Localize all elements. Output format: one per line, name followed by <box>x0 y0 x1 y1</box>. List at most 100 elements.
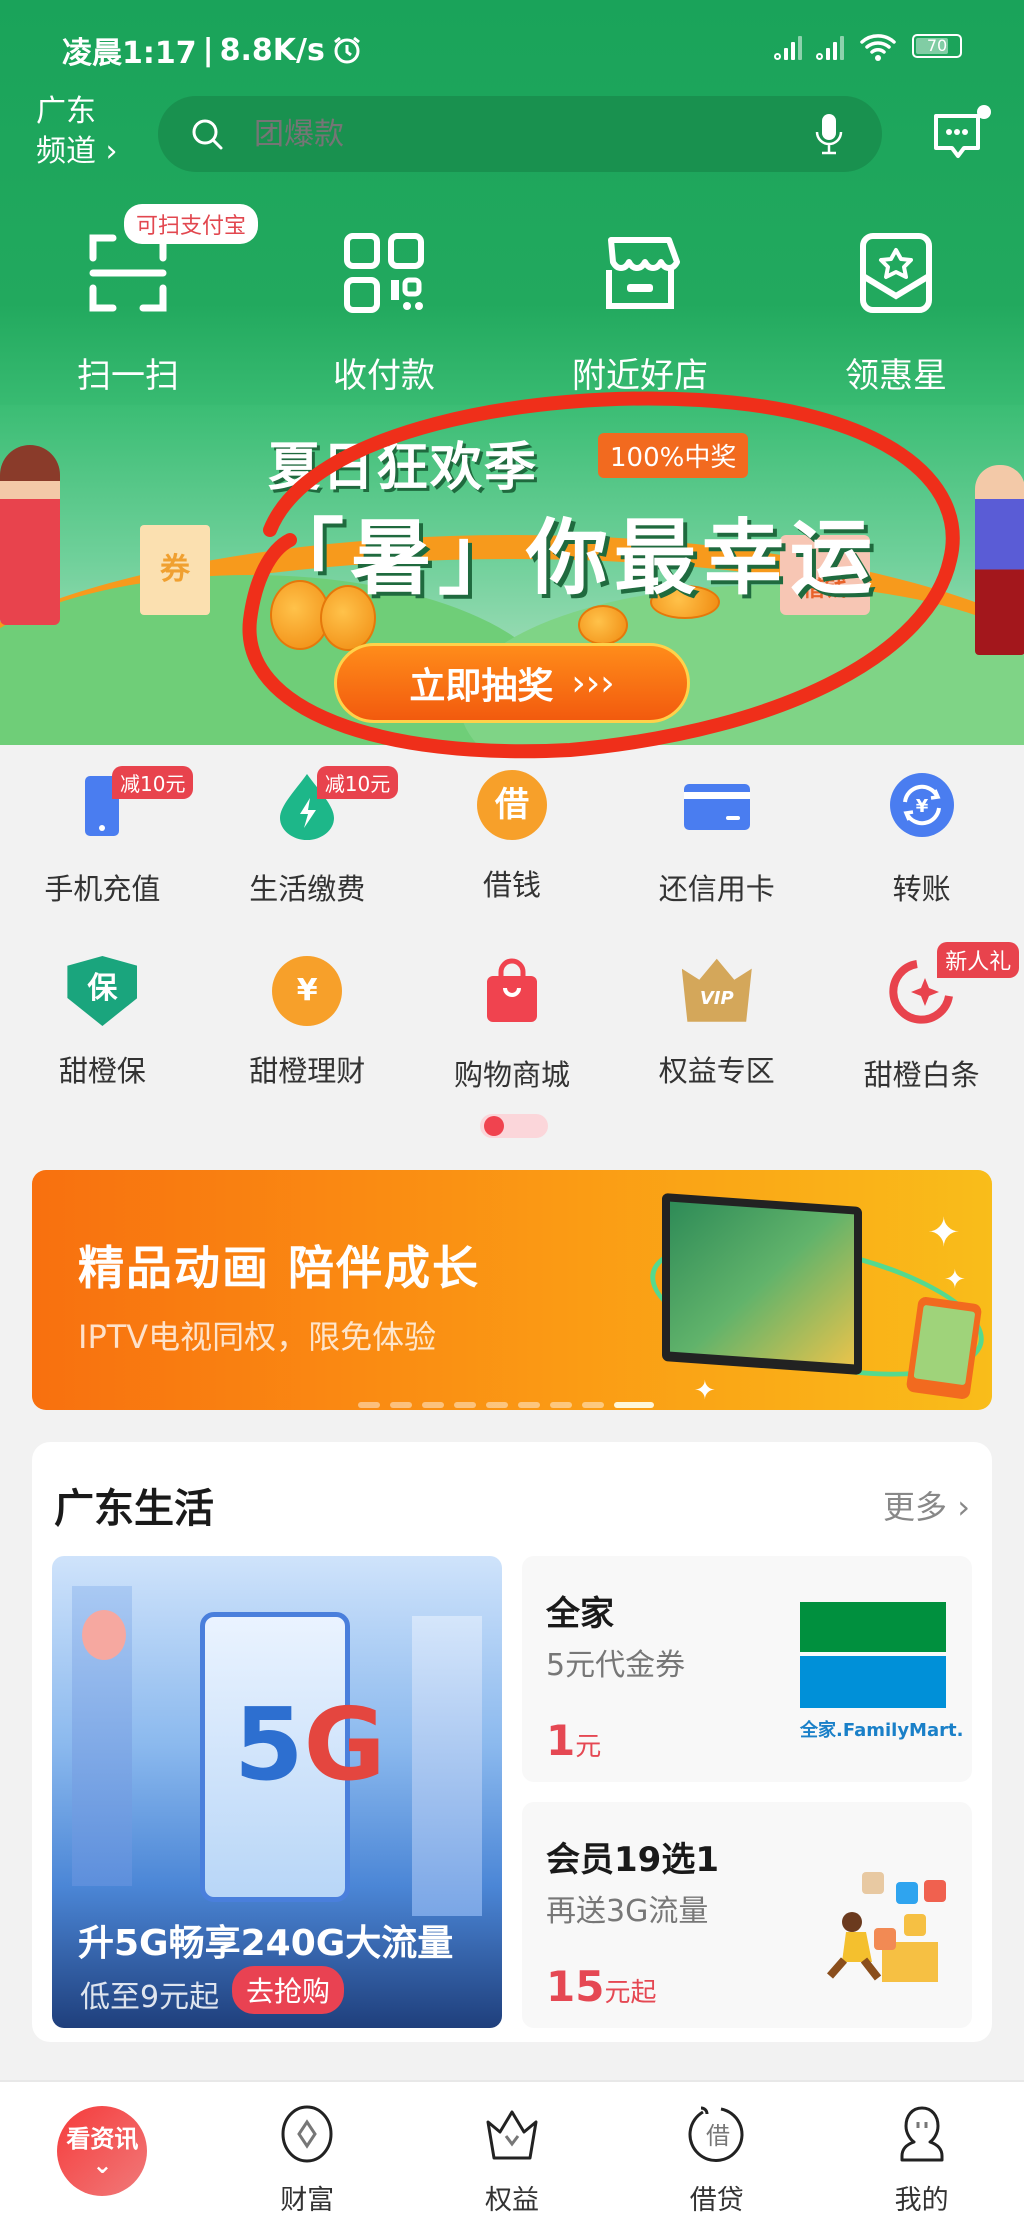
insurance-shield-icon: 保 <box>67 956 138 1026</box>
service-shopping-mall[interactable]: 购物商城 <box>410 946 615 1132</box>
carousel-dot[interactable] <box>550 1402 572 1408</box>
promo-badge: 100%中奖 <box>598 433 749 478</box>
tab-wealth[interactable]: 财富 <box>205 2082 410 2219</box>
familymart-logo: 全家.FamilyMart. <box>800 1602 963 1742</box>
tab-loan[interactable]: 借 借贷 <box>614 2082 819 2219</box>
5g-upgrade-card[interactable]: 5G 升5G畅享240G大流量 低至9元起 去抢购 <box>52 1556 502 2028</box>
transfer-icon: ¥ <box>889 773 954 837</box>
tab-benefits[interactable]: 权益 <box>410 2082 615 2219</box>
store-icon <box>606 237 680 309</box>
iptv-title: 精品动画 陪伴成长 <box>78 1241 481 1295</box>
service-row-2: 保 甜橙保 ¥ 甜橙理财 购物商城 VIP 权益专区 新人礼 甜橙白条 <box>0 942 1024 1132</box>
search-input[interactable] <box>254 116 774 152</box>
carousel-dot[interactable] <box>486 1402 508 1408</box>
familymart-card[interactable]: 全家 5元代金券 1元 全家.FamilyMart. <box>522 1556 972 1782</box>
carousel-dot[interactable] <box>614 1402 654 1408</box>
guangdong-life-section: 广东生活 更多 › 5G 升5G畅享240G大流量 低至9元起 去抢购 全家 5… <box>32 1442 992 2042</box>
wifi-icon <box>860 34 896 61</box>
price: 1元 <box>546 1716 602 1765</box>
man-illustration <box>975 465 1024 655</box>
sparkle-icon: ✦ <box>944 1265 966 1295</box>
5g-card-title: 升5G畅享240G大流量 <box>78 1923 454 1964</box>
wealth-diamond-icon <box>281 2105 333 2163</box>
draw-now-button[interactable]: 立即抽奖 ››› <box>334 643 690 723</box>
quick-action-scan[interactable]: 扫一扫 <box>0 230 256 397</box>
credit-card-icon <box>683 784 750 830</box>
discount-tag: 减10元 <box>112 766 194 799</box>
membership-card[interactable]: 会员19选1 再送3G流量 15元起 <box>522 1802 972 2028</box>
status-bar: 凌晨1:17 | 8.8K/s 70 <box>0 0 1024 90</box>
section-title: 广东生活 <box>54 1486 214 1532</box>
search-icon <box>192 119 223 150</box>
star-envelope-icon <box>860 233 932 313</box>
service-borrow[interactable]: 借 借钱 <box>410 760 615 946</box>
cellular-signal-icon <box>774 32 802 60</box>
microphone-icon[interactable] <box>814 112 844 156</box>
scan-alipay-badge: 可扫支付宝 <box>124 204 259 244</box>
wealth-orange-icon: ¥ <box>272 956 343 1026</box>
tab-news[interactable]: 看资讯 ⌄ <box>0 2082 205 2219</box>
arrows-icon: ››› <box>571 662 615 704</box>
sparkle-icon: ✦ <box>694 1376 716 1406</box>
alarm-icon <box>333 36 360 64</box>
new-user-gift-tag: 新人礼 <box>937 942 1020 978</box>
balloon-illustration <box>82 1610 126 1660</box>
loan-icon: 借 <box>688 2106 744 2162</box>
crown-icon <box>486 2110 538 2160</box>
grid-page-indicator[interactable] <box>478 1110 550 1142</box>
service-row-1: 减10元 手机充值 减10元 生活缴费 借 借钱 还信用卡 ¥ 转账 <box>0 760 1024 946</box>
carousel-dot[interactable] <box>582 1402 604 1408</box>
search-bar[interactable] <box>158 96 882 172</box>
carousel-indicator[interactable] <box>358 1402 654 1408</box>
quick-action-nearby-stores[interactable]: 附近好店 <box>512 230 768 397</box>
svg-text:¥: ¥ <box>915 796 928 817</box>
qr-code-icon <box>344 233 424 313</box>
bottom-tab-bar: 看资讯 ⌄ 财富 权益 借 借贷 我的 <box>0 2080 1024 2219</box>
borrow-icon: 借 <box>476 770 547 840</box>
discount-tag: 减10元 <box>316 766 399 799</box>
service-transfer[interactable]: ¥ 转账 <box>819 760 1024 946</box>
service-vip-zone[interactable]: VIP 权益专区 <box>614 946 819 1132</box>
cellular-signal-2-icon <box>816 32 844 60</box>
tab-profile[interactable]: 我的 <box>819 2082 1024 2219</box>
tv-illustration <box>662 1193 862 1375</box>
promo-title: 夏日狂欢季 <box>268 438 539 498</box>
quick-action-rewards[interactable]: 领惠星 <box>768 230 1024 397</box>
profile-icon <box>900 2106 944 2162</box>
tablet-illustration <box>905 1296 983 1400</box>
buy-now-button[interactable]: 去抢购 <box>232 1966 345 2014</box>
sparkle-icon: ✦ <box>927 1210 961 1256</box>
top-bar: 广东 频道 › <box>0 92 1024 178</box>
chevron-down-icon: ⌄ <box>92 2151 113 2179</box>
carousel-dot[interactable] <box>422 1402 444 1408</box>
vip-crown-icon: VIP <box>681 958 752 1022</box>
summer-lottery-banner[interactable]: 券 借钱 夏日狂欢季 100%中奖 「暑」你最幸运 立即抽奖 ››› <box>0 405 1024 745</box>
service-utility-bill[interactable]: 减10元 生活缴费 <box>205 760 410 946</box>
quick-actions: 扫一扫 收付款 附近好店 领惠星 <box>0 230 1024 397</box>
svg-text:借: 借 <box>706 2122 730 2150</box>
membership-illustration <box>826 1872 946 1982</box>
news-button[interactable]: 看资讯 ⌄ <box>57 2106 148 2196</box>
5g-card-subtitle: 低至9元起 <box>80 1980 220 2015</box>
channel-selector[interactable]: 广东 频道 › <box>36 92 118 172</box>
service-credit-card[interactable]: 还信用卡 <box>614 760 819 946</box>
battery-icon: 70 <box>912 34 962 58</box>
app-home-screen: 凌晨1:17 | 8.8K/s 70 广东 频道 › 扫一扫 <box>0 0 1024 2219</box>
network-speed: 8.8K/s <box>219 32 325 68</box>
quick-action-pay[interactable]: 收付款 <box>256 230 512 397</box>
coupon-illustration: 券 <box>140 525 210 615</box>
service-credit-line[interactable]: 新人礼 甜橙白条 <box>819 942 1024 1132</box>
promo-headline: 「暑」你最幸运 <box>262 511 879 606</box>
woman-illustration <box>0 445 60 625</box>
service-wealth[interactable]: ¥ 甜橙理财 <box>205 946 410 1132</box>
more-link[interactable]: 更多 › <box>883 1482 970 1528</box>
message-icon[interactable] <box>930 102 994 166</box>
carousel-dot[interactable] <box>518 1402 540 1408</box>
iptv-banner[interactable]: 精品动画 陪伴成长 IPTV电视同权，限免体验 ✦ ✦ ✦ <box>32 1170 992 1410</box>
carousel-dot[interactable] <box>454 1402 476 1408</box>
service-insurance[interactable]: 保 甜橙保 <box>0 946 205 1132</box>
service-grid: 减10元 手机充值 减10元 生活缴费 借 借钱 还信用卡 ¥ 转账 保 甜橙保… <box>0 760 1024 1132</box>
carousel-dot[interactable] <box>390 1402 412 1408</box>
carousel-dot[interactable] <box>358 1402 380 1408</box>
service-phone-recharge[interactable]: 减10元 手机充值 <box>0 760 205 946</box>
